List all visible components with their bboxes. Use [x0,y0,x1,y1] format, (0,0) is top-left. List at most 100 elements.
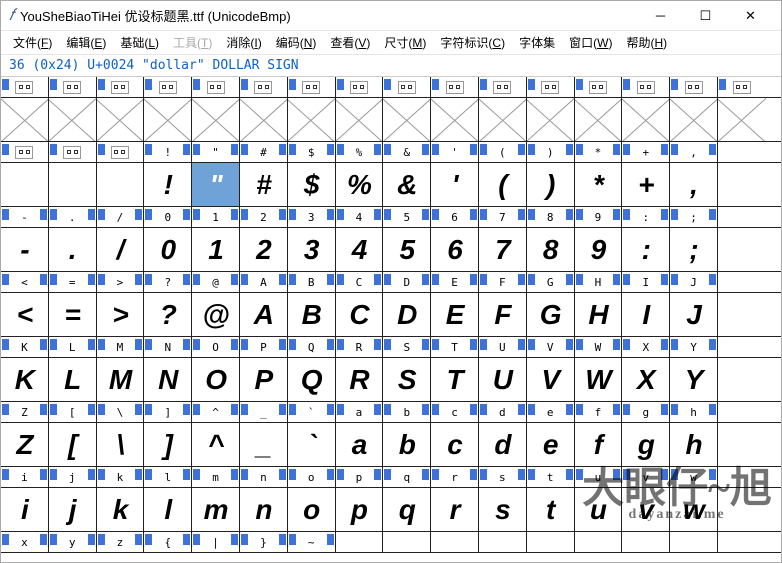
menu-H[interactable]: 帮助(H) [620,32,673,53]
glyph-cell[interactable]: c [431,423,479,466]
glyph-cell[interactable]: w [670,488,718,531]
glyph-cell[interactable]: f [575,423,623,466]
glyph-cell[interactable] [431,98,479,141]
glyph-cell[interactable]: m [192,488,240,531]
menu-字体集[interactable]: 字体集 [513,32,561,53]
glyph-cell[interactable]: @ [192,293,240,336]
glyph-cell[interactable] [383,98,431,141]
glyph-cell[interactable]: 3 [288,228,336,271]
glyph-cell[interactable]: p [336,488,384,531]
glyph-cell[interactable] [479,98,527,141]
glyph-cell[interactable]: G [527,293,575,336]
glyph-cell[interactable]: J [670,293,718,336]
glyph-cell[interactable] [718,98,766,141]
glyph-cell[interactable]: D [383,293,431,336]
glyph-cell[interactable]: 6 [431,228,479,271]
glyph-cell[interactable]: M [97,358,145,401]
glyph-cell[interactable]: # [240,163,288,206]
glyph-cell[interactable]: ! [144,163,192,206]
glyph-cell[interactable]: _ [240,423,288,466]
glyph-cell[interactable] [718,488,766,531]
glyph-cell[interactable]: I [622,293,670,336]
glyph-cell[interactable]: 9 [575,228,623,271]
glyph-cell[interactable]: & [383,163,431,206]
glyph-cell[interactable]: ; [670,228,718,271]
minimize-button[interactable]: ─ [638,2,683,30]
glyph-cell[interactable]: H [575,293,623,336]
glyph-cell[interactable] [97,163,145,206]
glyph-cell[interactable] [288,98,336,141]
glyph-cell[interactable]: 4 [336,228,384,271]
glyph-cell[interactable]: U [479,358,527,401]
glyph-cell[interactable]: \ [97,423,145,466]
glyph-cell[interactable]: V [527,358,575,401]
glyph-cell[interactable] [1,163,49,206]
glyph-cell[interactable]: P [240,358,288,401]
glyph-cell[interactable]: . [49,228,97,271]
glyph-cell[interactable]: 7 [479,228,527,271]
glyph-cell[interactable]: E [431,293,479,336]
glyph-cell[interactable]: q [383,488,431,531]
glyph-cell[interactable] [527,98,575,141]
glyph-cell[interactable] [336,98,384,141]
menu-E[interactable]: 编辑(E) [60,32,112,53]
glyph-cell[interactable] [575,98,623,141]
menu-I[interactable]: 消除(I) [220,32,267,53]
glyph-cell[interactable]: / [97,228,145,271]
glyph-cell[interactable]: S [383,358,431,401]
glyph-cell[interactable]: g [622,423,670,466]
glyph-cell[interactable]: a [336,423,384,466]
glyph-cell[interactable]: W [575,358,623,401]
menu-W[interactable]: 窗口(W) [563,32,618,53]
glyph-cell[interactable]: Y [670,358,718,401]
glyph-cell[interactable]: i [1,488,49,531]
close-button[interactable]: ✕ [728,2,773,30]
glyph-cell[interactable] [49,98,97,141]
glyph-cell[interactable] [718,228,766,271]
glyph-cell[interactable]: 1 [192,228,240,271]
glyph-cell[interactable]: r [431,488,479,531]
glyph-cell[interactable]: ] [144,423,192,466]
glyph-cell[interactable]: ( [479,163,527,206]
menu-M[interactable]: 尺寸(M) [378,32,432,53]
glyph-cell[interactable] [240,98,288,141]
glyph-cell[interactable]: T [431,358,479,401]
glyph-cell[interactable] [718,163,766,206]
glyph-cell[interactable]: ? [144,293,192,336]
menu-L[interactable]: 基础(L) [114,32,165,53]
glyph-cell[interactable]: k [97,488,145,531]
glyph-cell[interactable]: u [575,488,623,531]
glyph-cell[interactable]: b [383,423,431,466]
glyph-cell[interactable]: X [622,358,670,401]
glyph-cell[interactable] [718,423,766,466]
glyph-cell[interactable]: F [479,293,527,336]
glyph-cell[interactable] [192,98,240,141]
glyph-cell[interactable]: 0 [144,228,192,271]
glyph-cell[interactable] [718,358,766,401]
glyph-cell[interactable]: e [527,423,575,466]
glyph-cell[interactable] [622,98,670,141]
maximize-button[interactable]: ☐ [683,2,728,30]
glyph-cell[interactable]: [ [49,423,97,466]
glyph-cell[interactable]: R [336,358,384,401]
glyph-cell[interactable]: 5 [383,228,431,271]
glyph-cell[interactable] [1,98,49,141]
glyph-cell[interactable]: 2 [240,228,288,271]
glyph-cell[interactable]: L [49,358,97,401]
menu-C[interactable]: 字符标识(C) [434,32,511,53]
glyph-cell[interactable]: C [336,293,384,336]
glyph-cell[interactable]: t [527,488,575,531]
glyph-cell[interactable]: , [670,163,718,206]
glyph-cell[interactable]: O [192,358,240,401]
glyph-cell[interactable]: A [240,293,288,336]
glyph-cell[interactable]: " [192,163,240,206]
menu-V[interactable]: 查看(V) [324,32,376,53]
glyph-cell[interactable]: - [1,228,49,271]
glyph-cell[interactable]: j [49,488,97,531]
glyph-cell[interactable]: = [49,293,97,336]
glyph-cell[interactable] [97,98,145,141]
glyph-cell[interactable]: v [622,488,670,531]
glyph-cell[interactable]: Q [288,358,336,401]
glyph-cell[interactable]: h [670,423,718,466]
glyph-cell[interactable] [670,98,718,141]
